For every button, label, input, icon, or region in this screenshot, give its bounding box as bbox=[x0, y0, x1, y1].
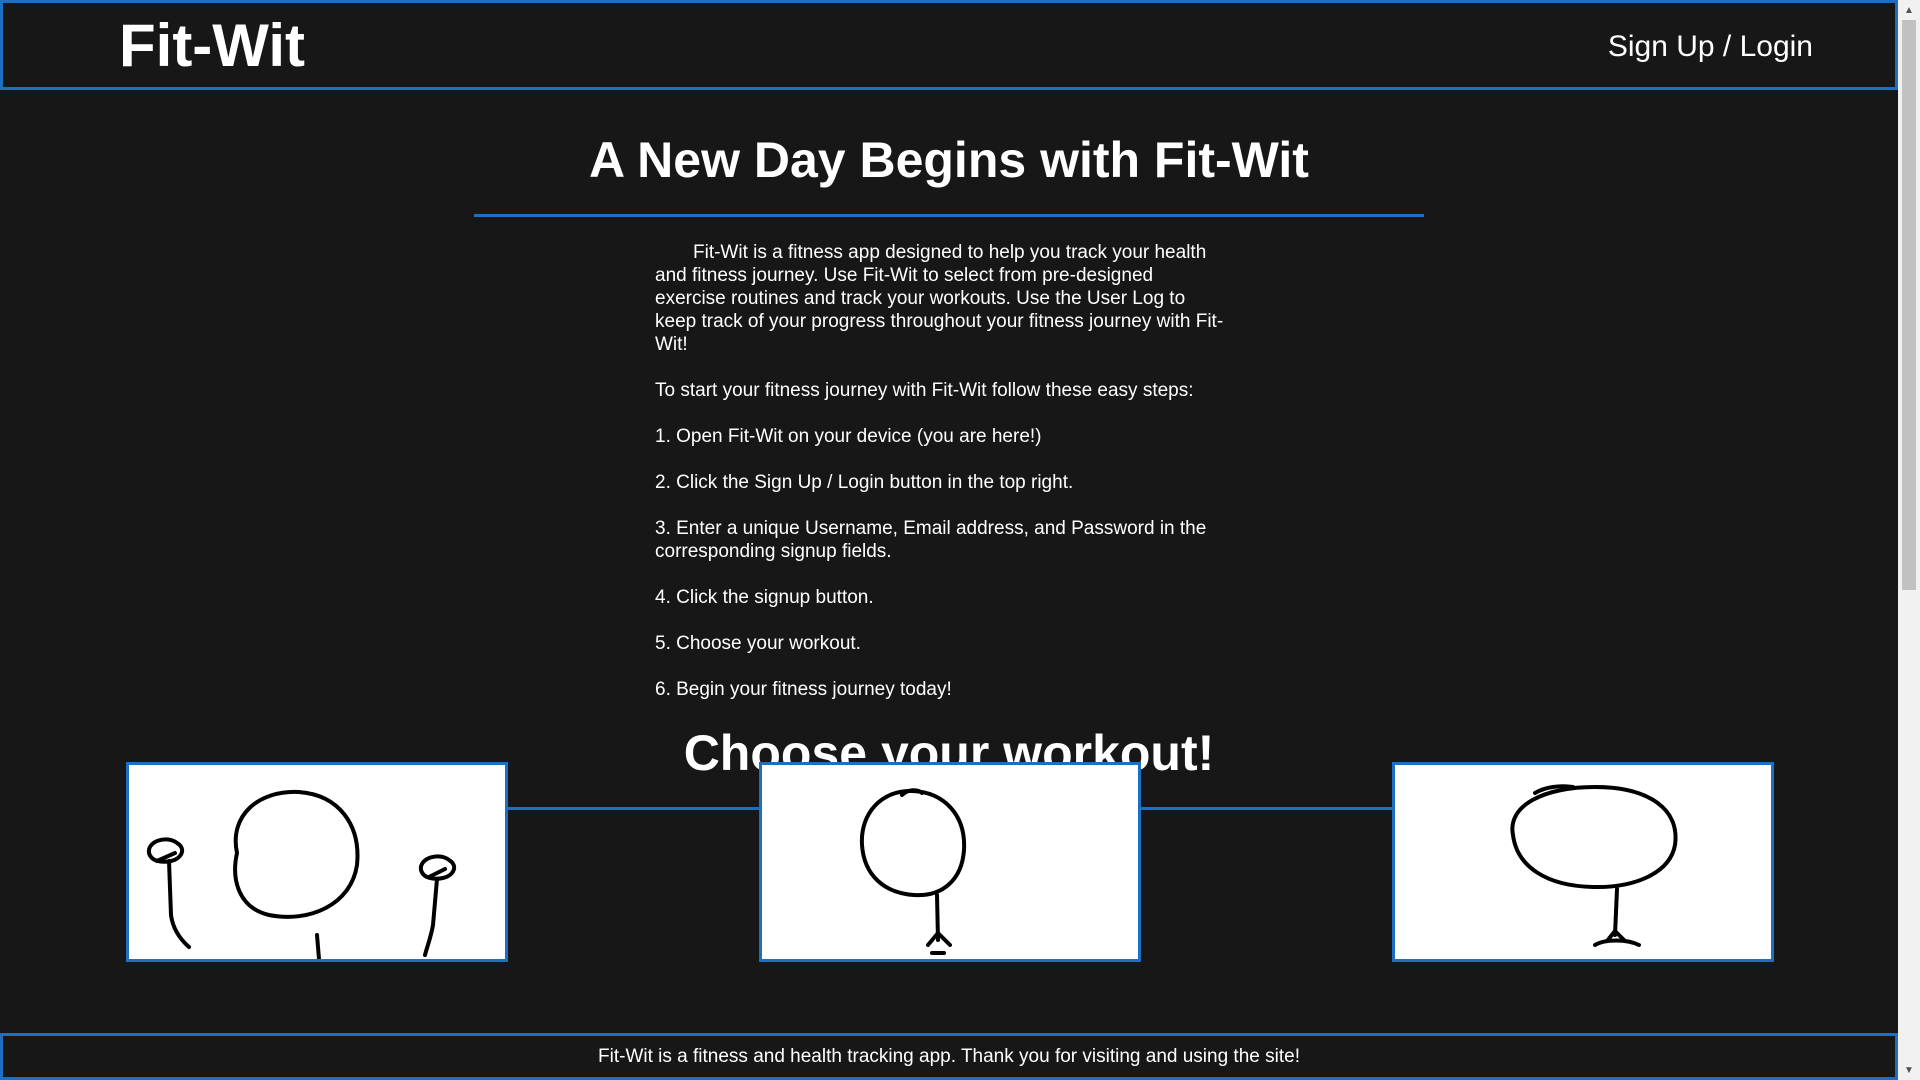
stick-figure-dumbbells-icon bbox=[146, 789, 457, 959]
step-item: 1. Open Fit-Wit on your device (you are … bbox=[655, 426, 1042, 447]
scroll-down-arrow-icon[interactable]: ▼ bbox=[1898, 1060, 1920, 1080]
signup-login-link[interactable]: Sign Up / Login bbox=[1608, 30, 1813, 64]
step-item: 4. Click the signup button. bbox=[655, 587, 874, 608]
stick-figure-cardio-icon bbox=[859, 788, 967, 955]
workout-card-cardio[interactable] bbox=[759, 762, 1141, 962]
workout-cards bbox=[0, 762, 1898, 962]
navbar: Fit-Wit Sign Up / Login bbox=[0, 0, 1898, 90]
step-item: 3. Enter a unique Username, Email addres… bbox=[655, 518, 1207, 562]
footer-text: Fit-Wit is a fitness and health tracking… bbox=[598, 1046, 1300, 1067]
workout-card-dumbbells[interactable] bbox=[126, 762, 508, 962]
page: Fit-Wit Sign Up / Login A New Day Begins… bbox=[0, 0, 1920, 1080]
workout-card-legs[interactable] bbox=[1392, 762, 1774, 962]
step-item: 6. Begin your fitness journey today! bbox=[655, 679, 952, 700]
page-scrollbar[interactable]: ▲ ▼ bbox=[1898, 0, 1920, 1080]
step-item: 5. Choose your workout. bbox=[655, 633, 861, 654]
intro-description: Fit-Wit is a fitness app designed to hel… bbox=[655, 242, 1224, 355]
step-item: 2. Click the Sign Up / Login button in t… bbox=[655, 472, 1074, 493]
intro-divider bbox=[474, 214, 1424, 217]
steps-intro: To start your fitness journey with Fit-W… bbox=[655, 380, 1194, 401]
main-content: A New Day Begins with Fit-Wit Fit-Wit is… bbox=[0, 90, 1898, 810]
scrollbar-thumb[interactable] bbox=[1902, 20, 1916, 590]
brand-logo[interactable]: Fit-Wit bbox=[119, 13, 305, 79]
intro-title: A New Day Begins with Fit-Wit bbox=[589, 132, 1309, 188]
footer: Fit-Wit is a fitness and health tracking… bbox=[0, 1033, 1898, 1080]
intro-text: Fit-Wit is a fitness app designed to hel… bbox=[655, 241, 1225, 701]
stick-figure-legs-icon bbox=[1510, 784, 1678, 947]
scroll-up-arrow-icon[interactable]: ▲ bbox=[1898, 0, 1920, 20]
